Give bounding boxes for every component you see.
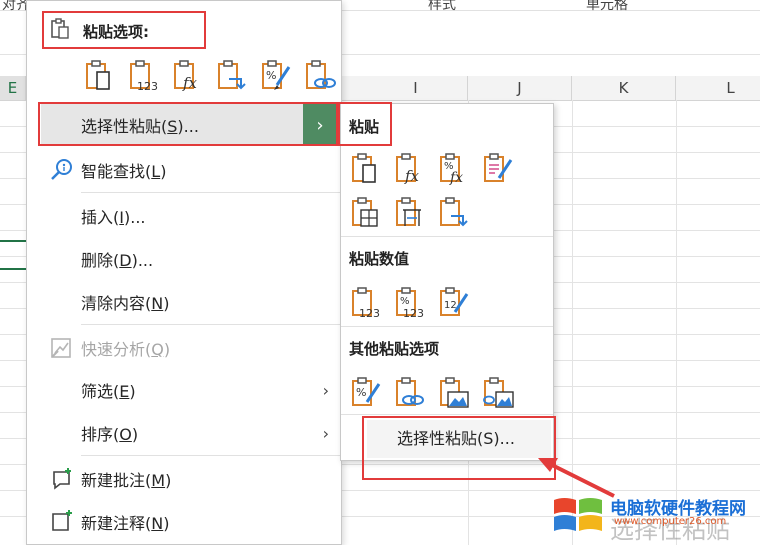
menu-item-shortcut: O xyxy=(119,425,132,444)
watermark: 选择性粘贴 电脑软硬件教程网 www.computer26.com xyxy=(552,488,760,545)
paste-no-borders-icon[interactable] xyxy=(349,196,383,230)
paste-formulas-number-format-icon[interactable]: % fx xyxy=(437,152,471,186)
svg-text:%: % xyxy=(356,386,366,399)
submenu-other-options-title: 其他粘贴选项 xyxy=(349,340,440,358)
selected-cell-border xyxy=(0,240,26,242)
menu-item-label: 排序 xyxy=(81,425,114,444)
column-header-e[interactable]: E xyxy=(0,76,26,100)
paste-icon[interactable] xyxy=(83,59,117,93)
annotation-box-paste-title xyxy=(338,102,392,146)
svg-text:123: 123 xyxy=(359,307,380,320)
ribbon-label-cells: 单元格 xyxy=(586,0,628,13)
svg-text:12: 12 xyxy=(444,300,457,311)
menu-item-shortcut: N xyxy=(151,294,164,313)
menu-item-shortcut: E xyxy=(119,382,130,401)
menu-item-label: 筛选 xyxy=(81,382,114,401)
paste-keep-source-format-icon[interactable] xyxy=(481,152,515,186)
menu-item-shortcut: I xyxy=(119,208,124,227)
paste-special-submenu: 粘贴 fx % fx 粘贴数值 123 % 123 12 其他粘贴选项 % 选择… xyxy=(340,103,554,461)
watermark-url: www.computer26.com xyxy=(614,516,727,527)
menu-item-label: 智能查找 xyxy=(81,162,146,181)
menu-item-new-note[interactable]: 新建注释(N) xyxy=(41,501,337,543)
annotation-box-dialog-button xyxy=(362,416,556,480)
menu-item-sort[interactable]: 排序(O) › xyxy=(41,412,337,454)
new-note-icon xyxy=(52,510,72,531)
paste-values-source-format-icon[interactable]: 12 xyxy=(437,286,471,320)
paste-icon[interactable] xyxy=(349,152,383,186)
menu-item-delete[interactable]: 删除(D)... xyxy=(41,238,337,280)
ribbon-label-styles: 样式 xyxy=(428,0,456,13)
svg-text:fx: fx xyxy=(404,167,420,185)
column-header-l[interactable]: L xyxy=(676,76,760,100)
paste-linked-picture-icon[interactable] xyxy=(481,376,515,410)
svg-text:fx: fx xyxy=(449,170,463,186)
menu-item-shortcut: M xyxy=(151,471,166,490)
menu-item-suffix: ... xyxy=(137,251,154,270)
column-header-k[interactable]: K xyxy=(572,76,676,100)
paste-link-icon[interactable] xyxy=(393,376,427,410)
menu-item-label: 新建注释 xyxy=(81,514,146,533)
svg-text:%: % xyxy=(266,69,276,82)
menu-item-suffix: ... xyxy=(130,208,146,227)
paste-transpose-icon[interactable] xyxy=(437,196,471,230)
menu-item-label: 删除 xyxy=(81,251,114,270)
menu-item-shortcut: D xyxy=(119,251,132,270)
menu-item-insert[interactable]: 插入(I)... xyxy=(41,195,337,237)
annotation-box-paste-options xyxy=(42,11,206,49)
submenu-paste-values-title: 粘贴数值 xyxy=(349,250,410,268)
paste-transpose-icon[interactable] xyxy=(215,59,249,93)
svg-text:%: % xyxy=(400,296,410,307)
annotation-box-paste-special xyxy=(38,102,338,146)
menu-item-shortcut: N xyxy=(151,514,164,533)
svg-text:123: 123 xyxy=(403,307,424,320)
paste-values-number-format-icon[interactable]: % 123 xyxy=(393,286,427,320)
menu-item-label: 清除内容 xyxy=(81,294,146,313)
menu-item-smart-lookup[interactable]: 智能查找(L) xyxy=(41,149,337,191)
menu-item-shortcut: L xyxy=(151,162,161,181)
svg-text:123: 123 xyxy=(137,80,158,93)
new-comment-icon xyxy=(53,468,71,490)
paste-link-icon[interactable] xyxy=(303,59,337,93)
paste-formulas-icon[interactable]: fx xyxy=(171,59,205,93)
paste-values-icon[interactable]: 123 xyxy=(127,59,161,93)
paste-keep-column-width-icon[interactable] xyxy=(393,196,427,230)
quick-analysis-icon xyxy=(51,338,71,358)
context-menu: 粘贴选项: 123 fx % 选择性粘贴(S)... › 智能查找(L) 插入(… xyxy=(26,0,367,545)
svg-text:fx: fx xyxy=(182,74,198,92)
windows-logo-icon xyxy=(554,498,602,531)
menu-item-filter[interactable]: 筛选(E) › xyxy=(41,369,337,411)
menu-item-label: 快速分析 xyxy=(81,340,146,359)
paste-formulas-icon[interactable]: fx xyxy=(393,152,427,186)
chevron-right-icon: › xyxy=(322,423,329,443)
menu-item-shortcut: Q xyxy=(151,340,164,359)
menu-item-clear-contents[interactable]: 清除内容(N) xyxy=(41,281,337,323)
paste-formatting-icon[interactable]: % xyxy=(349,376,383,410)
search-icon xyxy=(51,159,72,180)
menu-item-label: 插入 xyxy=(81,208,114,227)
column-header-i[interactable]: I xyxy=(364,76,468,100)
chevron-right-icon: › xyxy=(322,380,329,400)
menu-item-quick-analysis: 快速分析(Q) xyxy=(41,327,337,369)
paste-picture-icon[interactable] xyxy=(437,376,471,410)
menu-item-label: 新建批注 xyxy=(81,471,146,490)
paste-formatting-icon[interactable]: % xyxy=(259,59,293,93)
selected-cell-border xyxy=(0,268,26,270)
menu-item-new-comment[interactable]: 新建批注(M) xyxy=(41,458,337,500)
column-header-j[interactable]: J xyxy=(468,76,572,100)
paste-values-icon[interactable]: 123 xyxy=(349,286,383,320)
